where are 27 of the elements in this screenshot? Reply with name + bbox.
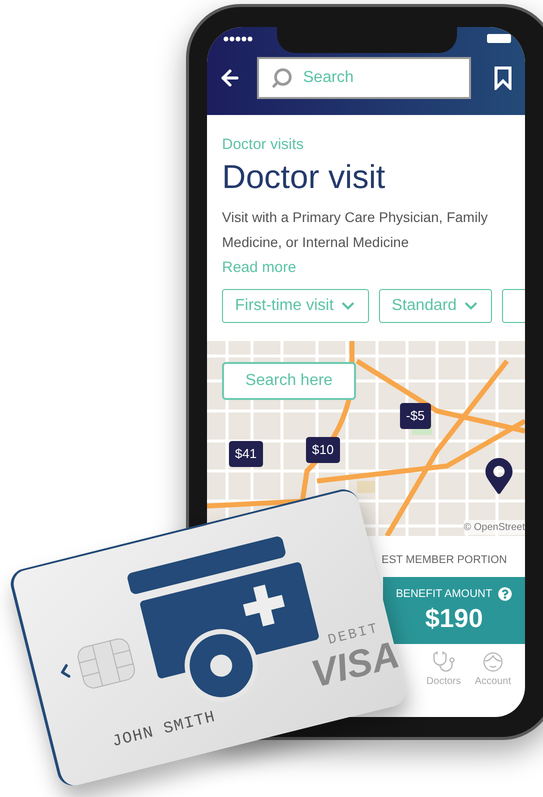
battery-icon: [487, 34, 511, 43]
benefit-amount-label: BENEFIT AMOUNT: [396, 586, 492, 602]
read-more-link[interactable]: Read more: [222, 255, 510, 280]
filter-dropdown[interactable]: Standard: [378, 289, 492, 323]
filter-dropdown[interactable]: First-time visit: [222, 289, 369, 323]
person-face-icon: [480, 650, 505, 674]
price-pin[interactable]: -$5: [400, 403, 431, 429]
bookmark-icon: [494, 66, 512, 90]
card-holder-name: JOHN SMITH: [110, 706, 218, 753]
price-pin[interactable]: $41: [229, 441, 263, 467]
signal-dots-icon: [223, 36, 253, 42]
location-pin-icon[interactable]: [484, 458, 514, 494]
stethoscope-icon: [432, 650, 456, 674]
map-attribution: © OpenStreet: [464, 520, 525, 535]
bottom-nav-tab[interactable]: Account: [474, 650, 511, 688]
bottom-nav-tab[interactable]: Doctors: [426, 650, 461, 688]
benefit-amount-value: $190: [425, 602, 483, 634]
search-icon: [271, 67, 293, 89]
price-pin[interactable]: $10: [306, 437, 340, 463]
page-title: Doctor visit: [222, 157, 386, 197]
search-here-button[interactable]: Search here: [222, 362, 356, 400]
description-text: Visit with a Primary Care Physician, Family Medicine, or Internal Medicine: [222, 208, 489, 252]
help-icon[interactable]: [498, 587, 512, 601]
breadcrumb-link[interactable]: Doctor visits: [222, 135, 510, 155]
search-field[interactable]: Search: [257, 57, 471, 99]
card-type-text: DEBIT: [326, 620, 381, 649]
member-portion-label: EST MEMBER PORTION: [381, 553, 508, 568]
